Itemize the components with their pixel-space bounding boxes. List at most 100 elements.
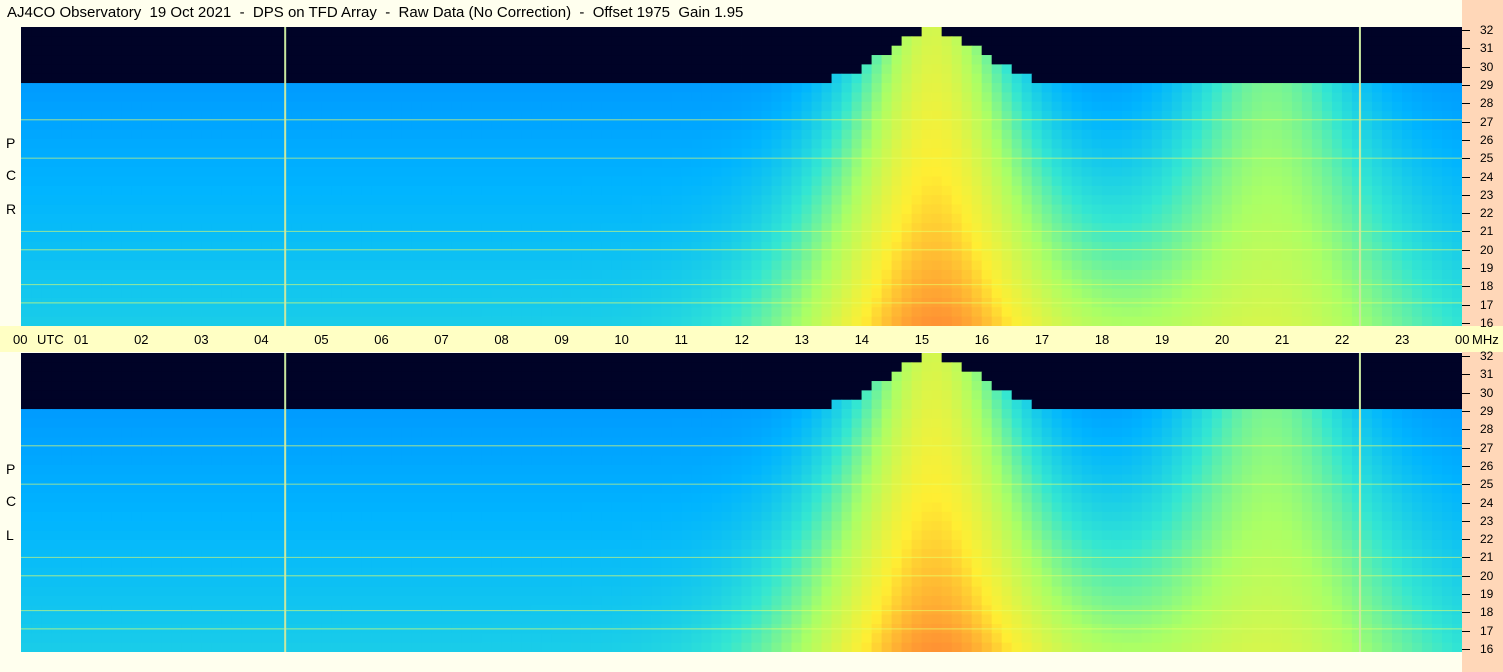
heatmap-cell — [1451, 167, 1462, 178]
heatmap-cell — [171, 269, 182, 280]
heatmap-cell — [1011, 73, 1023, 84]
heatmap-cell — [1421, 36, 1433, 47]
heatmap-cell — [681, 129, 693, 140]
heatmap-cell — [151, 55, 162, 65]
heatmap-cell — [1041, 120, 1053, 131]
heatmap-cell — [1311, 353, 1323, 363]
heatmap-cell — [1431, 129, 1443, 140]
heatmap-cell — [381, 251, 392, 262]
heatmap-cell — [61, 204, 72, 215]
heatmap-cell — [201, 269, 212, 280]
heatmap-cell — [1351, 148, 1363, 159]
heatmap-cell — [981, 27, 993, 37]
heatmap-cell — [1401, 307, 1413, 318]
heatmap-cell — [1271, 139, 1283, 150]
heatmap-cell — [341, 213, 352, 224]
heatmap-cell — [571, 241, 582, 252]
heatmap-cell — [21, 167, 32, 178]
heatmap-cell — [821, 185, 833, 196]
heatmap-cell — [1021, 64, 1033, 75]
heatmap-cell — [1021, 148, 1033, 159]
heatmap-cell — [711, 269, 723, 280]
heatmap-cell — [881, 260, 893, 271]
heatmap-cell — [1411, 204, 1423, 215]
heatmap-cell — [1321, 148, 1333, 159]
heatmap-cell — [1281, 269, 1293, 280]
heatmap-cell — [821, 120, 833, 131]
heatmap-cell — [431, 195, 442, 206]
heatmap-cell — [971, 36, 983, 47]
heatmap-cell — [841, 316, 853, 326]
heatmap-cell — [71, 241, 82, 252]
heatmap-cell — [41, 353, 52, 363]
heatmap-cell — [141, 353, 152, 363]
heatmap-cell — [791, 55, 803, 65]
heatmap-cell — [631, 316, 643, 326]
heatmap-cell — [721, 185, 733, 196]
heatmap-cell — [1341, 55, 1353, 65]
heatmap-cell — [941, 251, 953, 262]
heatmap-cell — [861, 157, 873, 168]
heatmap-cell — [1021, 288, 1033, 299]
heatmap-cell — [91, 353, 102, 363]
heatmap-cell — [1001, 195, 1013, 206]
heatmap-cell — [251, 157, 262, 168]
heatmap-cell — [801, 195, 813, 206]
heatmap-cell — [481, 213, 492, 224]
heatmap-cell — [1391, 157, 1403, 168]
heatmap-cell — [31, 45, 42, 56]
heatmap-cell — [1161, 101, 1173, 112]
heatmap-cell — [541, 185, 552, 196]
heatmap-cell — [271, 307, 282, 318]
heatmap-cell — [81, 36, 92, 47]
heatmap-cell — [891, 83, 903, 93]
heatmap-cell — [51, 64, 62, 75]
heatmap-cell — [741, 260, 753, 271]
heatmap-cell — [431, 92, 442, 103]
heatmap-cell — [291, 353, 302, 363]
heatmap-cell — [641, 316, 653, 326]
heatmap-cell — [21, 92, 32, 103]
heatmap-cell — [881, 64, 893, 75]
heatmap-cell — [1041, 45, 1053, 56]
heatmap-cell — [71, 139, 82, 150]
heatmap-cell — [631, 120, 643, 131]
heatmap-cell — [1231, 139, 1243, 150]
heatmap-cell — [1061, 27, 1073, 37]
heatmap-cell — [291, 45, 302, 56]
heatmap-cell — [311, 353, 322, 363]
heatmap-cell — [181, 307, 192, 318]
heatmap-cell — [181, 204, 192, 215]
heatmap-cell — [1241, 362, 1253, 373]
heatmap-cell — [1091, 316, 1103, 326]
heatmap-cell — [21, 55, 32, 65]
heatmap-cell — [1411, 129, 1423, 140]
heatmap-cell — [1071, 83, 1083, 93]
heatmap-cell — [241, 157, 252, 168]
heatmap-cell — [141, 260, 152, 271]
heatmap-cell — [581, 204, 592, 215]
heatmap-cell — [321, 371, 332, 382]
heatmap-cell — [941, 362, 953, 373]
heatmap-cell — [931, 157, 943, 168]
heatmap-cell — [531, 73, 542, 84]
heatmap-cell — [801, 55, 813, 65]
heatmap-cell — [391, 176, 402, 187]
heatmap-cell — [911, 27, 923, 37]
heatmap-cell — [1121, 157, 1133, 168]
heatmap-cell — [311, 157, 322, 168]
heatmap-cell — [81, 204, 92, 215]
heatmap-cell — [991, 260, 1003, 271]
heatmap-cell — [1421, 307, 1433, 318]
heatmap-cell — [731, 139, 743, 150]
heatmap-cell — [161, 213, 172, 224]
heatmap-cell — [1141, 362, 1153, 373]
heatmap-cell — [811, 55, 823, 65]
heatmap-cell — [151, 157, 162, 168]
heatmap-cell — [591, 139, 603, 150]
heatmap-cell — [651, 371, 663, 382]
heatmap-cell — [881, 176, 893, 187]
heatmap-cell — [311, 27, 322, 37]
heatmap-cell — [1391, 241, 1403, 252]
heatmap-cell — [191, 92, 202, 103]
